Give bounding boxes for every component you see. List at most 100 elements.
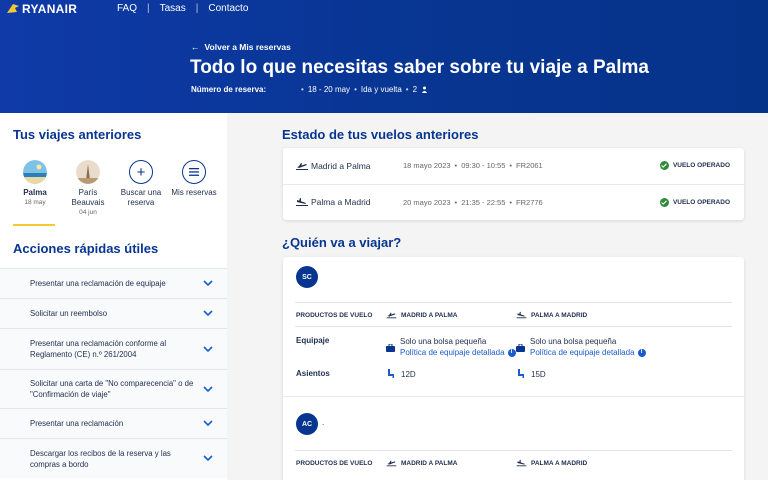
meta-dot: • (509, 197, 513, 207)
flight-status-badge: VUELO OPERADO (659, 161, 730, 170)
plane-departure-icon (386, 460, 397, 467)
baggage-allowance: Solo una bolsa pequeña (400, 337, 487, 346)
info-icon[interactable]: i (507, 348, 516, 357)
plane-arrival-icon (516, 311, 527, 319)
back-to-bookings-link[interactable]: ← Volver a Mis reservas (191, 42, 291, 52)
nav-separator: | (147, 3, 150, 14)
quick-actions-list: Presentar una reclamación de equipaje So… (0, 268, 227, 478)
top-bar: RYANAIR FAQ | Tasas | Contacto (0, 0, 768, 18)
seats-label: Asientos (296, 369, 330, 378)
past-trips-list: Palma 18 may París Beauvais 04 jun + Bus… (10, 160, 222, 216)
flight-status-text: VUELO OPERADO (672, 198, 730, 206)
passenger-name-placeholder: . (322, 418, 325, 427)
return-header: PALMA A MADRID (516, 311, 587, 319)
action-refund[interactable]: Solicitar un reembolso (0, 298, 227, 328)
plane-arrival-icon (516, 459, 527, 467)
page-title: Todo lo que necesitas saber sobre tu via… (190, 57, 649, 78)
outbound-seat: 12D (401, 370, 416, 379)
passengers-card: SC PRODUCTOS DE VUELO MADRID A PALMA PAL… (283, 257, 744, 480)
search-booking-tile[interactable]: + Buscar una reserva (116, 160, 166, 216)
action-label: Descargar los recibos de la reserva y la… (30, 448, 171, 469)
booking-meta: • 18 - 20 may • Ida y vuelta • 2 (301, 85, 428, 94)
outbound-header-text: MADRID A PALMA (401, 311, 458, 319)
flight-row[interactable]: Palma a Madrid 20 mayo 2023 • 21:35 - 22… (283, 184, 744, 219)
chevron-down-icon (203, 310, 213, 317)
baggage-policy-label: Política de equipaje detallada (530, 348, 635, 357)
return-header-text: PALMA A MADRID (531, 311, 588, 319)
action-baggage-claim[interactable]: Presentar una reclamación de equipaje (0, 268, 227, 298)
action-download-receipts[interactable]: Descargar los recibos de la reserva y la… (0, 438, 227, 478)
flight-route: Palma a Madrid (311, 197, 371, 207)
meta-dot: • (354, 85, 357, 94)
nav-contact-link[interactable]: Contacto (208, 3, 248, 14)
my-bookings-label: Mis reservas (171, 188, 217, 197)
info-icon[interactable]: i (637, 348, 646, 357)
sidebar: Tus viajes anteriores Palma 18 may París… (0, 113, 227, 480)
products-header: PRODUCTOS DE VUELO (296, 312, 373, 319)
flight-status-text: VUELO OPERADO (672, 162, 730, 169)
flight-row[interactable]: Madrid a Palma 18 mayo 2023 • 09:30 - 10… (283, 148, 744, 183)
return-baggage-cell: Solo una bolsa pequeña Política de equip… (530, 336, 646, 358)
arrow-left-icon: ← (191, 42, 200, 52)
table-divider (295, 302, 732, 303)
nav-faq-link[interactable]: FAQ (117, 3, 137, 14)
flights-status-title: Estado de tus vuelos anteriores (282, 127, 479, 142)
trip-name: Palma (23, 188, 47, 197)
action-no-show-letter[interactable]: Solicitar una carta de "No comparecencia… (0, 369, 227, 408)
action-label: Presentar una reclamación conforme al Re… (30, 339, 167, 359)
table-divider (295, 326, 732, 327)
selected-trip-indicator (13, 224, 55, 226)
baggage-policy-link[interactable]: Política de equipaje detallada i (530, 347, 646, 358)
baggage-policy-label: Política de equipaje detallada (400, 348, 505, 357)
passenger-avatar: SC (296, 266, 318, 288)
back-link-label: Volver a Mis reservas (204, 42, 291, 52)
action-file-claim[interactable]: Presentar una reclamación (0, 408, 227, 438)
logo-text: RYANAIR (22, 2, 78, 16)
outbound-header-text: MADRID A PALMA (401, 459, 458, 467)
flight-code: FR2061 (516, 161, 543, 170)
action-label: Presentar una reclamación de equipaje (30, 279, 166, 288)
return-header-text: PALMA A MADRID (531, 459, 588, 467)
flight-date: 18 mayo 2023 (403, 161, 451, 170)
paris-destination-image (76, 160, 100, 184)
return-header: PALMA A MADRID (516, 459, 587, 467)
nav-rates-link[interactable]: Tasas (160, 3, 186, 14)
meta-dot: • (454, 197, 458, 207)
ryanair-logo[interactable]: RYANAIR (6, 2, 77, 16)
passenger-count: 2 (412, 85, 418, 94)
trip-tile-paris[interactable]: París Beauvais 04 jun (63, 160, 113, 216)
flight-status-badge: VUELO OPERADO (659, 197, 730, 207)
seat-icon (388, 369, 394, 378)
plane-departure-icon (296, 162, 308, 170)
meta-dot: • (454, 161, 458, 170)
table-divider (295, 450, 732, 451)
flight-meta: 18 mayo 2023 • 09:30 - 10:55 • FR2061 (403, 161, 543, 170)
baggage-label: Equipaje (296, 336, 330, 345)
outbound-header: MADRID A PALMA (386, 459, 457, 467)
quick-actions-title: Acciones rápidas útiles (13, 241, 159, 256)
seat-icon (518, 369, 524, 378)
list-icon (182, 160, 206, 184)
flight-date: 20 mayo 2023 (403, 197, 451, 207)
my-bookings-tile[interactable]: Mis reservas (169, 160, 219, 216)
flights-status-card: Madrid a Palma 18 mayo 2023 • 09:30 - 10… (283, 148, 744, 220)
plane-departure-icon (386, 312, 397, 319)
hero-header: RYANAIR FAQ | Tasas | Contacto ← Volver … (0, 0, 768, 113)
action-eu261-claim[interactable]: Presentar una reclamación conforme al Re… (0, 328, 227, 369)
outbound-baggage-cell: Solo una bolsa pequeña Política de equip… (400, 336, 516, 358)
baggage-policy-link[interactable]: Política de equipaje detallada i (400, 347, 516, 358)
trip-name: París Beauvais (71, 188, 105, 207)
trip-tile-palma[interactable]: Palma 18 may (10, 160, 60, 216)
trip-type: Ida y vuelta (360, 85, 402, 94)
meta-dot: • (301, 85, 304, 94)
trip-date: 04 jun (79, 209, 97, 216)
booking-number-label: Número de reserva: (191, 85, 267, 94)
chevron-down-icon (203, 385, 213, 392)
chevron-down-icon (203, 455, 213, 462)
meta-dot: • (509, 161, 513, 170)
person-icon (421, 86, 428, 93)
small-bag-icon (386, 344, 395, 352)
trip-date: 18 may (24, 199, 46, 206)
chevron-down-icon (203, 280, 213, 287)
meta-dot: • (405, 85, 409, 94)
